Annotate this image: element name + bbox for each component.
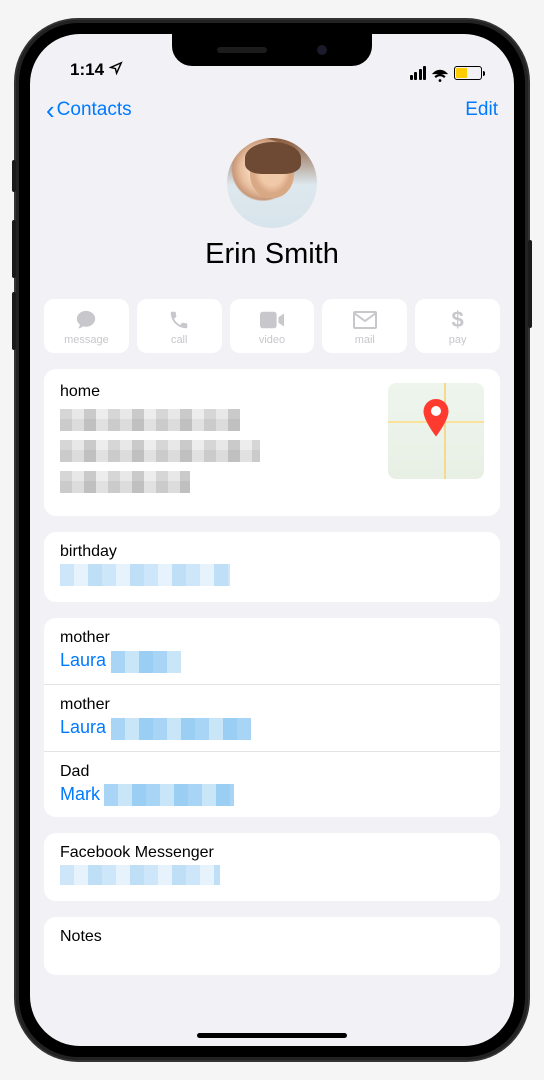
wifi-icon xyxy=(431,67,449,80)
address-redacted xyxy=(60,409,240,431)
location-icon xyxy=(109,60,123,80)
mute-switch xyxy=(12,160,16,192)
contact-header-section: ‹ Contacts Edit Erin Smith xyxy=(30,84,514,289)
volume-up xyxy=(12,220,16,278)
messenger-card: Facebook Messenger xyxy=(44,833,500,901)
volume-down xyxy=(12,292,16,350)
map-thumbnail[interactable] xyxy=(388,383,484,479)
action-mail[interactable]: mail xyxy=(322,299,407,353)
address-label: home xyxy=(60,383,376,401)
chevron-left-icon: ‹ xyxy=(46,95,55,126)
back-label: Contacts xyxy=(57,99,132,121)
messenger-label: Facebook Messenger xyxy=(60,844,484,862)
back-button[interactable]: ‹ Contacts xyxy=(46,95,132,126)
relation-redacted xyxy=(111,718,251,740)
relations-card: mother Laura mother Laura Dad Mark xyxy=(44,618,500,817)
birthday-row[interactable]: birthday xyxy=(44,532,500,602)
edit-button[interactable]: Edit xyxy=(465,99,498,121)
relation-row-mother-1[interactable]: mother Laura xyxy=(44,618,500,685)
relation-label: Dad xyxy=(60,763,484,781)
action-label: call xyxy=(171,334,188,346)
notes-card: Notes xyxy=(44,917,500,975)
relation-redacted xyxy=(104,784,234,806)
notes-row[interactable]: Notes xyxy=(44,917,500,975)
action-label: mail xyxy=(355,334,375,346)
address-card: home xyxy=(44,369,500,516)
action-message[interactable]: message xyxy=(44,299,129,353)
birthday-label: birthday xyxy=(60,543,484,561)
mail-icon xyxy=(353,309,377,331)
action-pay[interactable]: $ pay xyxy=(415,299,500,353)
power-button xyxy=(528,240,532,328)
relation-name: Laura xyxy=(60,717,106,737)
action-label: message xyxy=(64,334,109,346)
birthday-card: birthday xyxy=(44,532,500,602)
phone-frame: 1:14 ‹ Contacts xyxy=(16,20,528,1060)
map-pin-icon xyxy=(422,399,450,442)
avatar[interactable] xyxy=(227,138,317,228)
relation-name: Mark xyxy=(60,784,100,804)
screen: 1:14 ‹ Contacts xyxy=(30,34,514,1046)
address-redacted xyxy=(60,471,190,493)
message-icon xyxy=(74,309,98,331)
status-time: 1:14 xyxy=(70,60,104,80)
action-row: message call video mail $ xyxy=(30,289,514,369)
cellular-icon xyxy=(410,66,427,80)
relation-row-mother-2[interactable]: mother Laura xyxy=(44,685,500,752)
action-label: video xyxy=(259,334,285,346)
dollar-icon: $ xyxy=(446,309,470,331)
relation-name: Laura xyxy=(60,650,106,670)
relation-row-dad[interactable]: Dad Mark xyxy=(44,752,500,818)
video-icon xyxy=(260,309,284,331)
messenger-redacted xyxy=(60,865,220,885)
relation-redacted xyxy=(111,651,181,673)
relation-label: mother xyxy=(60,629,484,647)
birthday-redacted xyxy=(60,564,230,586)
home-indicator[interactable] xyxy=(197,1033,347,1038)
notch xyxy=(172,34,372,66)
action-call[interactable]: call xyxy=(137,299,222,353)
notes-label: Notes xyxy=(60,928,484,946)
messenger-row[interactable]: Facebook Messenger xyxy=(44,833,500,901)
address-redacted xyxy=(60,440,260,462)
action-video[interactable]: video xyxy=(230,299,315,353)
phone-icon xyxy=(167,309,191,331)
action-label: pay xyxy=(449,334,467,346)
contact-name: Erin Smith xyxy=(46,238,498,271)
address-row[interactable]: home xyxy=(44,369,500,516)
relation-label: mother xyxy=(60,696,484,714)
battery-icon xyxy=(454,66,482,80)
